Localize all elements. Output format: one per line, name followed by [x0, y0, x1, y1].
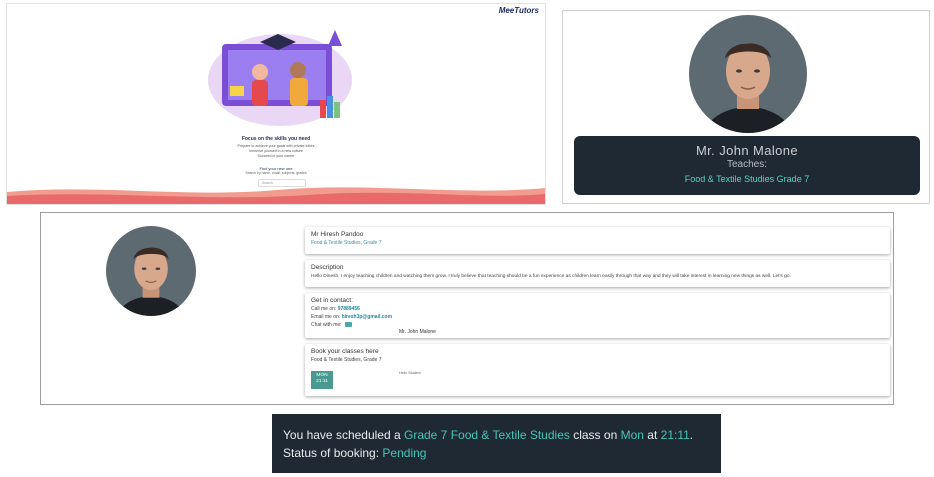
contact-title: Get in contact:	[311, 297, 353, 304]
email-link[interactable]: hiresh3p@gmail.com	[342, 314, 392, 320]
tutor-name: Mr. John Malone	[695, 143, 799, 158]
status-line: Status of booking: Pending	[283, 444, 721, 462]
description-card: Description Hello Dinesh, I enjoy teachi…	[305, 260, 890, 287]
time-slot-button[interactable]: MON 21:11	[311, 371, 333, 389]
class-time: 21:11	[660, 428, 690, 442]
status-label: Status of booking:	[283, 446, 380, 460]
landing-cta-sub: Search by name, email, subjects, grades	[245, 171, 307, 175]
description-title: Description	[311, 264, 344, 271]
person-photo-icon	[689, 15, 807, 133]
booking-note: Hello Student	[399, 371, 421, 375]
phone-link[interactable]: 97889456	[338, 306, 360, 312]
tutor-header-card: Mr Hiresh Pandoo Food & Textile Studies,…	[305, 227, 890, 254]
booking-card: Book your classes here Food & Textile St…	[305, 344, 890, 396]
slot-time: 21:11	[316, 379, 328, 384]
tutor-name: Mr Hiresh Pandoo	[311, 231, 364, 238]
msg-mid1: class on	[573, 428, 618, 442]
class-day: Mon	[620, 428, 644, 442]
msg-end: .	[689, 428, 694, 442]
contact-card: Get in contact: Call me on: 97889456 Ema…	[305, 293, 890, 338]
chat-icon[interactable]	[344, 322, 352, 328]
class-name: Grade 7 Food & Textile Studies	[404, 428, 570, 442]
person-photo-icon	[106, 226, 196, 316]
landing-headline: Focus on the skills you need	[241, 136, 311, 142]
tutor-avatar	[106, 226, 196, 316]
email-label: Email me on:	[311, 314, 341, 320]
msg-mid2: at	[647, 428, 658, 442]
msg-prefix: You have scheduled a	[283, 428, 401, 442]
booking-subject: Food & Textile Studies, Grade 7	[311, 357, 382, 363]
status-badge: Pending	[382, 446, 427, 460]
phone-row: Call me on: 97889456	[311, 306, 884, 312]
chat-row: Chat with me:	[311, 322, 884, 328]
booking-confirmation-banner: You have scheduled a Grade 7 Food & Text…	[272, 414, 721, 473]
booking-title: Book your classes here	[311, 348, 379, 355]
brand-logo[interactable]: MeeTutors	[499, 6, 539, 15]
tutor-subjects: Food & Textile Studies, Grade 7	[311, 240, 382, 246]
footer-wave	[7, 187, 545, 204]
call-label: Call me on:	[311, 306, 337, 312]
chat-recipient-name: Mr. John Malone	[399, 329, 436, 335]
landing-line: Succeed in your career	[257, 154, 295, 158]
landing-lines: Prepare to achieve your goals with priva…	[7, 144, 545, 159]
landing-page-screenshot: MeeTutors Focus on the skills you need P…	[6, 3, 546, 205]
tutor-profile-card[interactable]: Mr. John Malone Teaches: Food & Textile …	[562, 10, 930, 204]
description-text: Hello Dinesh, I enjoy teaching children …	[311, 274, 791, 279]
tutor-subject: Food & Textile Studies Grade 7	[684, 174, 810, 184]
email-row: Email me on: hiresh3p@gmail.com	[311, 314, 884, 320]
tutor-info-panel: Mr. John Malone Teaches: Food & Textile …	[574, 136, 920, 195]
tutor-avatar	[689, 15, 807, 133]
schedule-message: You have scheduled a Grade 7 Food & Text…	[283, 426, 721, 444]
teaches-label: Teaches:	[726, 159, 768, 170]
hero-illustration	[208, 30, 352, 126]
tutor-detail-page: Mr Hiresh Pandoo Food & Textile Studies,…	[40, 212, 894, 405]
chat-label: Chat with me:	[311, 322, 342, 328]
